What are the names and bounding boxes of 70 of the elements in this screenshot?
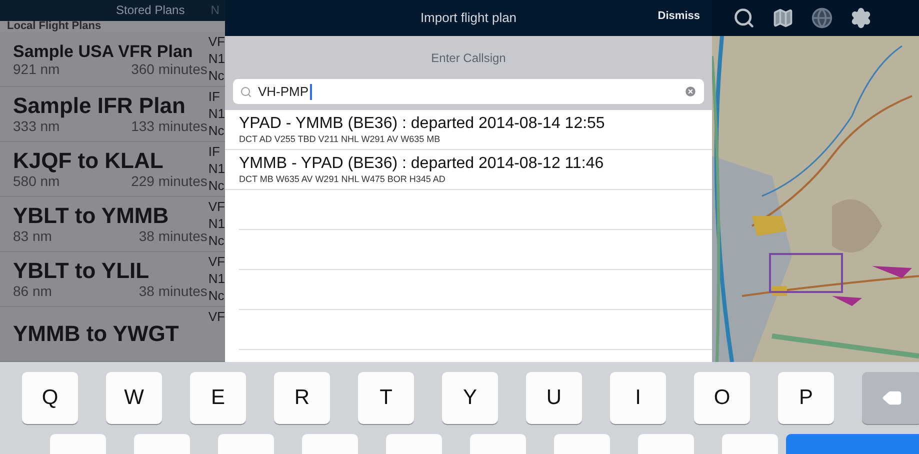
plan-name: YBLT to YLIL (13, 260, 150, 282)
plan-detail: VF (208, 253, 225, 270)
dismiss-button[interactable]: Dismiss (658, 8, 700, 24)
keyboard-key[interactable] (386, 434, 442, 454)
plan-name: Sample IFR Plan (13, 95, 186, 117)
plan-detail: Nc (208, 122, 225, 139)
plan-detail: N1 (208, 270, 225, 287)
globe-icon[interactable] (811, 7, 833, 29)
panel-title: Stored Plans (116, 2, 185, 20)
search-icon[interactable] (733, 7, 755, 29)
result-route: DCT MB W635 AV W291 NHL W475 BOR H345 AD (239, 174, 446, 184)
plan-detail: N1 (208, 105, 225, 122)
keyboard-key[interactable] (554, 434, 610, 454)
keyboard-key[interactable] (470, 434, 526, 454)
plan-detail: VF (208, 33, 225, 50)
clear-icon[interactable] (684, 85, 697, 98)
distance: 86 nm (13, 284, 52, 298)
keyboard-key[interactable]: R (274, 372, 330, 424)
keyboard-key[interactable]: O (694, 372, 750, 424)
duration: 38 minutes (138, 284, 208, 298)
keyboard-key[interactable] (134, 434, 190, 454)
keyboard-key[interactable] (302, 434, 358, 454)
keyboard-key[interactable]: U (526, 372, 582, 424)
plan-name: YBLT to YMMB (13, 205, 170, 227)
duration: 360 minutes (131, 62, 208, 76)
distance: 921 nm (13, 62, 60, 76)
distance: 333 nm (13, 119, 60, 133)
plan-detail: N1 (208, 215, 225, 232)
duration: 229 minutes (131, 174, 208, 188)
keyboard-key[interactable] (50, 434, 106, 454)
keyboard-key[interactable]: I (610, 372, 666, 424)
plan-detail: Nc (208, 232, 225, 249)
duration: 38 minutes (138, 229, 208, 243)
plan-detail: N1 (208, 50, 225, 67)
search-field[interactable]: VH-PMP (233, 79, 704, 104)
result-title: YMMB - YPAD (BE36) : departed 2014-08-12 11:46 (239, 156, 605, 172)
plan-detail: Nc (208, 177, 225, 194)
result-row[interactable]: YMMB - YPAD (BE36) : departed 2014-08-12 11:46 DCT MB W635 AV W291 NHL W475 BOR H345 AD (225, 150, 712, 190)
duration: 133 minutes (131, 119, 208, 133)
keyboard-key[interactable] (638, 434, 694, 454)
section-header: Local Flight Plans (7, 21, 102, 32)
map-icon[interactable] (772, 7, 794, 29)
plan-detail: IF (208, 88, 221, 105)
keyboard-key[interactable]: E (190, 372, 246, 424)
distance: 83 nm (13, 229, 52, 243)
prompt-label: Enter Callsign (431, 50, 506, 67)
plan-detail: VF (208, 198, 225, 215)
search-icon (240, 86, 252, 98)
result-row[interactable]: YPAD - YMMB (BE36) : departed 2014-08-14 12:55 DCT AD V255 TBD V211 NHL W291 AV W635 MB (225, 110, 712, 150)
keyboard-key[interactable] (722, 434, 778, 454)
plan-detail: VF (208, 308, 225, 325)
dialog-title: Import flight plan (420, 9, 517, 28)
keyboard-key[interactable]: Y (442, 372, 498, 424)
plan-name: Sample USA VFR Plan (13, 42, 194, 60)
distance: 580 nm (13, 174, 60, 188)
plan-detail: Nc (208, 287, 225, 304)
plan-detail: Nc (208, 67, 225, 84)
keyboard-key[interactable]: P (778, 372, 834, 424)
result-title: YPAD - YMMB (BE36) : departed 2014-08-14 12:55 (239, 116, 606, 132)
keyboard-key[interactable]: Q (22, 372, 78, 424)
keyboard-key[interactable]: W (106, 372, 162, 424)
plan-name: KJQF to KLAL (13, 150, 164, 172)
return-key[interactable] (786, 434, 919, 454)
plan-detail: IF (208, 143, 221, 160)
backspace-key[interactable] (862, 372, 919, 424)
keyboard-key[interactable]: T (358, 372, 414, 424)
result-route: DCT AD V255 TBD V211 NHL W291 AV W635 MB (239, 134, 442, 144)
plan-name: YMMB to YWGT (13, 323, 180, 345)
keyboard-key[interactable] (218, 434, 274, 454)
plan-detail: N1 (208, 160, 225, 177)
